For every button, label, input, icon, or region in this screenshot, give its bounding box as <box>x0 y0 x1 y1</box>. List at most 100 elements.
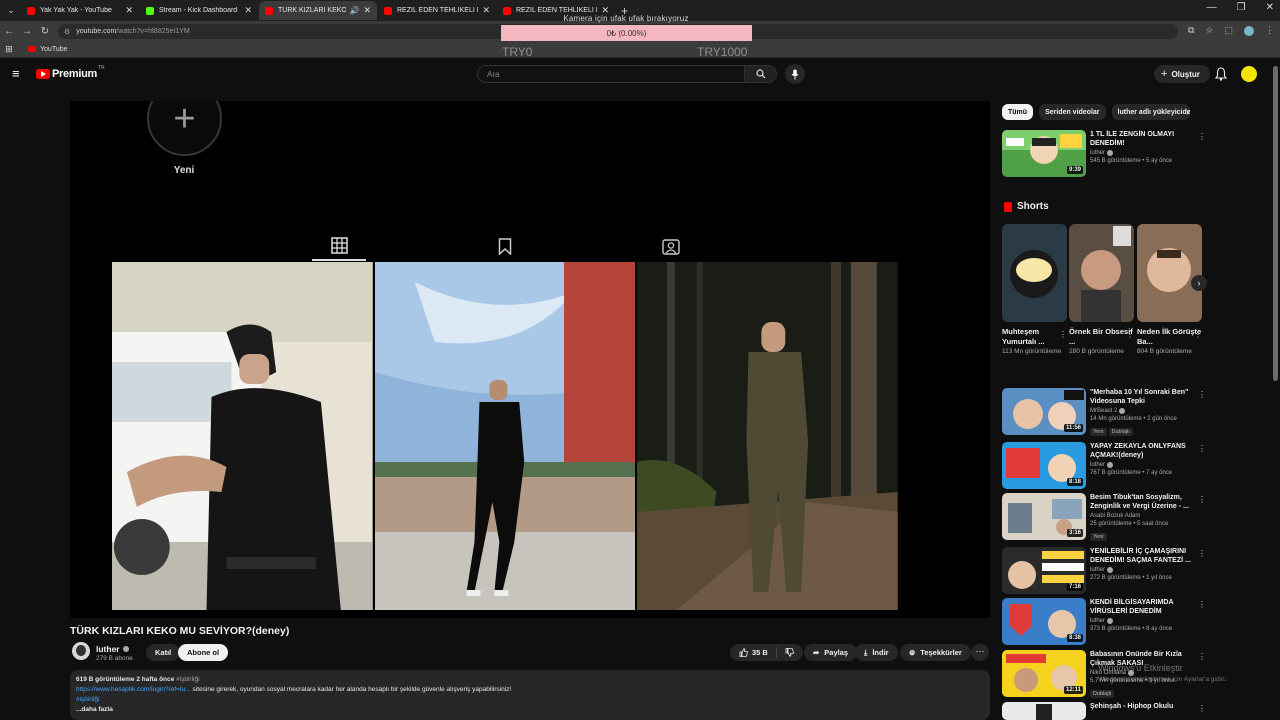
video-thumbnail[interactable]: 8:18 <box>1002 442 1086 489</box>
more-options-icon[interactable]: ⋮ <box>1198 549 1206 558</box>
recommended-video[interactable]: 7:16 YENİLEBİLİR İÇ ÇAMAŞIRINI DENEDİM! … <box>1002 547 1206 595</box>
reload-icon[interactable]: ↻ <box>36 26 54 37</box>
hamburger-menu-icon[interactable]: ≡ <box>12 67 23 80</box>
video-meta: YENİLEBİLİR İÇ ÇAMAŞIRINI DENEDİM! SAÇMA… <box>1090 547 1196 581</box>
like-dislike-group: 35 B <box>730 644 803 661</box>
video-thumbnail[interactable]: 3:16 <box>1002 493 1086 540</box>
channel-name[interactable]: luther <box>96 644 129 654</box>
thanks-button[interactable]: ⊛ Teşekkürler <box>900 644 971 661</box>
recommended-video[interactable]: 11:56 "Merhaba 10 Yıl Sonraki Ben" Video… <box>1002 388 1206 436</box>
video-thumbnail[interactable]: 11:56 <box>1002 388 1086 435</box>
hashtag-link[interactable]: #işbirliği <box>176 676 199 683</box>
recommended-video[interactable]: 8:18 YAPAY ZEKAYLA ONLYFANS AÇMAK!(deney… <box>1002 442 1206 490</box>
more-options-icon[interactable]: ⋮ <box>1126 330 1134 339</box>
like-button[interactable]: 35 B <box>739 648 768 657</box>
short-item[interactable]: Örnek Bir Obsesif ... 280 B görüntüleme … <box>1069 224 1134 356</box>
new-highlight-label: Yeni <box>173 165 195 176</box>
short-thumbnail[interactable] <box>1137 224 1202 322</box>
short-thumbnail[interactable] <box>1002 224 1067 322</box>
close-tab-icon[interactable]: ✕ <box>244 5 252 16</box>
more-options-icon[interactable]: ⋮ <box>1194 330 1202 339</box>
description-link[interactable]: https://www.hesaptik.com/login?ref=tu... <box>76 686 191 693</box>
channel-text: MrBeast 2 <box>1090 408 1118 414</box>
show-more-button[interactable]: ...daha fazla <box>76 705 984 715</box>
browser-tab[interactable]: Stream - Kick Dashboard ✕ <box>140 1 258 20</box>
browser-tab[interactable]: Yak Yak Yak - YouTube ✕ <box>21 1 139 20</box>
youtube-logo[interactable]: Premium TR <box>36 65 105 80</box>
close-tab-icon[interactable]: ✕ <box>125 5 133 16</box>
speaker-icon[interactable]: 🔊 <box>349 6 359 15</box>
share-button[interactable]: ➦ Paylaş <box>804 644 858 661</box>
video-player[interactable]: + Yeni <box>70 101 990 618</box>
chip-all[interactable]: Tümü <box>1002 104 1034 120</box>
forward-icon[interactable]: → <box>18 26 36 37</box>
video-thumbnail[interactable]: 8:38 <box>1002 598 1086 645</box>
close-window-icon[interactable]: ✕ <box>1266 2 1274 13</box>
profile-avatar[interactable] <box>1244 25 1254 36</box>
chevron-right-icon[interactable]: › <box>1186 107 1189 118</box>
more-options-icon[interactable]: ⋮ <box>1198 132 1206 141</box>
microphone-icon <box>791 69 799 79</box>
tagged-user-icon <box>662 238 680 255</box>
recommended-video[interactable]: 3:16 Besim Tibuk'tan Sosyalizm, Zenginli… <box>1002 493 1206 541</box>
chip-series[interactable]: Seriden videolar <box>1039 104 1106 120</box>
duration: 11:56 <box>1063 424 1083 432</box>
site-info-icon[interactable]: ⚙ <box>64 28 70 36</box>
join-button[interactable]: Katıl <box>146 644 181 661</box>
short-thumbnail[interactable] <box>1069 224 1134 322</box>
minimize-icon[interactable]: — <box>1207 2 1217 13</box>
thumbnail-image <box>1002 702 1086 720</box>
description-box[interactable]: 619 B görüntüleme 2 hafta önce #işbirliğ… <box>70 670 990 720</box>
channel-avatar[interactable] <box>72 642 90 660</box>
recommended-video[interactable]: 9:39 1 TL İLE ZENGİN OLMAYI DENEDİM! lut… <box>1002 130 1206 178</box>
more-options-icon[interactable]: ⋮ <box>1198 600 1206 609</box>
tab-search-icon[interactable]: ⌄ <box>2 3 20 19</box>
apps-grid-icon[interactable]: ⊞ <box>0 44 18 55</box>
more-options-icon[interactable]: ⋮ <box>1198 652 1206 661</box>
video-thumbnail[interactable]: 9:39 <box>1002 130 1086 177</box>
divider <box>775 647 777 658</box>
video-thumbnail[interactable]: 7:16 <box>1002 547 1086 594</box>
bookmark-star-icon[interactable]: ☆ <box>1205 25 1213 36</box>
recommended-video[interactable]: Şehinşah - Hiphop Okulu ⋮ <box>1002 702 1206 720</box>
browser-tab-active[interactable]: TÜRK KIZLARI KEKO MU SE 🔊 ✕ <box>259 1 377 20</box>
create-button[interactable]: + Oluştur <box>1154 65 1210 83</box>
voice-search-button[interactable] <box>785 64 805 84</box>
video-thumbnail[interactable] <box>1002 702 1086 720</box>
close-tab-icon[interactable]: ✕ <box>363 5 371 16</box>
extensions-icon[interactable]: ⬚ <box>1224 25 1233 36</box>
cast-icon[interactable]: ⧉ <box>1188 25 1194 36</box>
chevron-right-icon[interactable]: › <box>1191 275 1207 291</box>
more-options-icon[interactable]: ⋮ <box>1198 444 1206 453</box>
short-item[interactable]: Muhteşem Yumurtalı ... 113 Mn görüntülem… <box>1002 224 1067 356</box>
donation-min-label: TRY0 <box>502 45 533 59</box>
notifications-bell-icon[interactable] <box>1215 67 1227 81</box>
shorts-icon <box>1004 201 1012 212</box>
more-options-icon[interactable]: ⋮ <box>1198 495 1206 504</box>
more-actions-icon[interactable]: ⋯ <box>971 644 989 661</box>
maximize-icon[interactable]: ❐ <box>1237 2 1246 13</box>
menu-icon[interactable]: ⋮ <box>1265 25 1274 36</box>
video-thumbnail[interactable]: 12:11 <box>1002 650 1086 697</box>
download-button[interactable]: ⤓ İndir <box>855 644 898 661</box>
more-options-icon[interactable]: ⋮ <box>1198 704 1206 713</box>
page-scrollbar[interactable] <box>1273 66 1278 381</box>
back-icon[interactable]: ← <box>0 26 18 37</box>
browser-tab[interactable]: REZİL EDEN TEHLİKELİ MASA O ✕ <box>378 1 496 20</box>
thumbs-down-icon[interactable] <box>785 648 794 657</box>
share-icon: ➦ <box>813 648 820 657</box>
search-button[interactable] <box>745 65 777 83</box>
short-item[interactable]: Neden İlk Görüşte Ba... 804 B görüntülem… <box>1137 224 1202 356</box>
more-options-icon[interactable]: ⋮ <box>1198 390 1206 399</box>
verified-icon <box>1107 567 1114 573</box>
account-avatar[interactable] <box>1241 66 1257 82</box>
duration: 3:16 <box>1066 529 1083 537</box>
subscribe-button[interactable]: Abone ol <box>178 644 229 661</box>
hashtag-link[interactable]: #işbirliği <box>76 695 984 705</box>
bookmark-youtube[interactable]: YouTube <box>28 46 68 53</box>
close-tab-icon[interactable]: ✕ <box>482 5 490 16</box>
chip-uploader[interactable]: luther adlı yükleyiciden <box>1111 104 1190 120</box>
search-input[interactable]: Ara <box>477 65 745 83</box>
more-options-icon[interactable]: ⋮ <box>1059 330 1067 339</box>
recommended-video[interactable]: 8:38 KENDİ BİLGİSAYARIMDA VİRÜSLERİ DENE… <box>1002 598 1206 646</box>
